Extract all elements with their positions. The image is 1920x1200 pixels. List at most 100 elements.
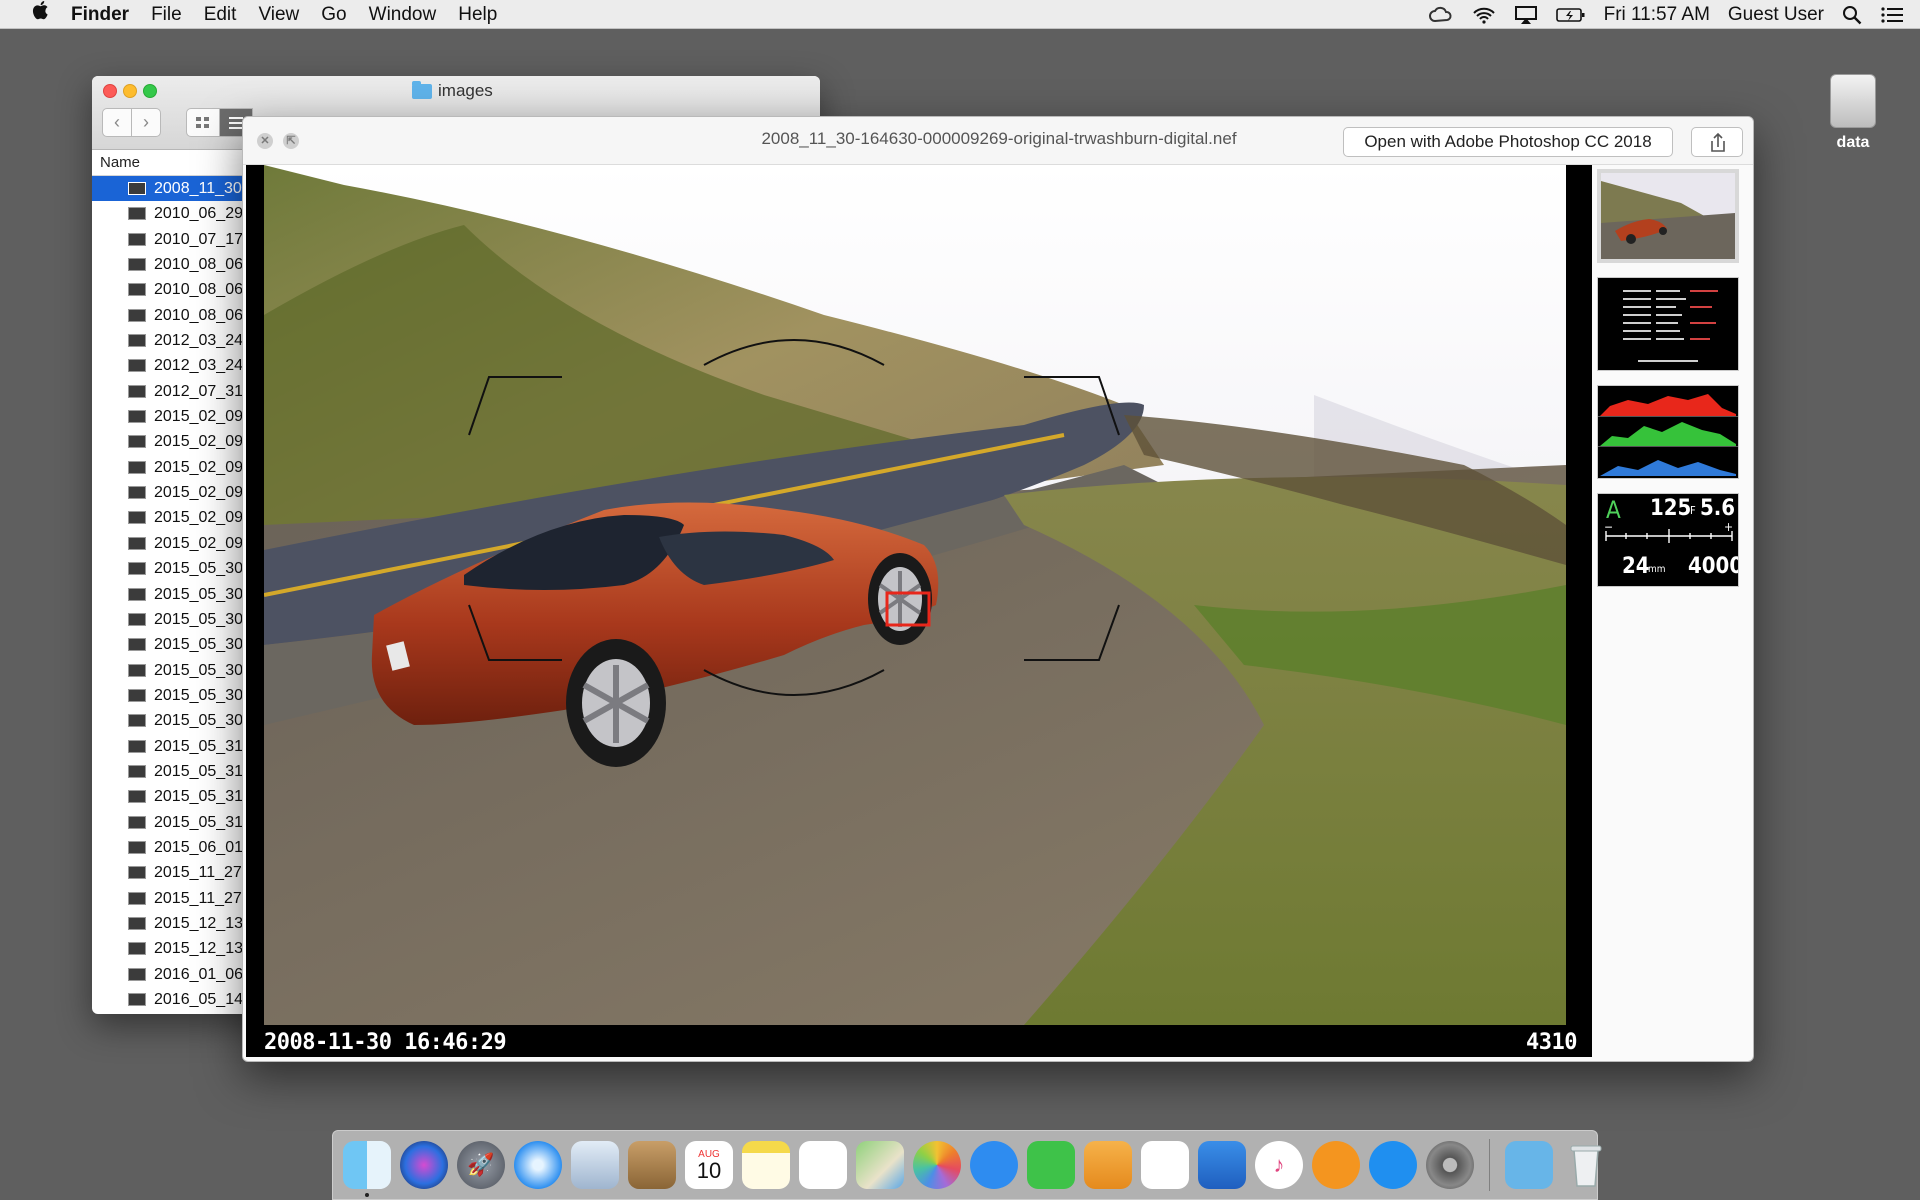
thumbnail-histogram[interactable] — [1597, 385, 1739, 479]
desktop-drive-data[interactable]: data — [1818, 74, 1888, 152]
image-file-icon — [128, 308, 146, 322]
mail-icon[interactable] — [571, 1141, 619, 1189]
image-file-icon — [128, 283, 146, 297]
file-name: 2015_05_30 — [154, 636, 243, 654]
menu-file[interactable]: File — [140, 0, 193, 29]
reminders-icon[interactable] — [799, 1141, 847, 1189]
exposure-scale — [1605, 529, 1733, 543]
dial-focal-length: 24 — [1622, 554, 1650, 579]
image-file-icon — [128, 688, 146, 702]
messages-icon[interactable] — [970, 1141, 1018, 1189]
image-file-icon — [128, 967, 146, 981]
menu-go[interactable]: Go — [310, 0, 357, 29]
numbers-icon[interactable] — [1141, 1141, 1189, 1189]
desktop-drive-label: data — [1836, 134, 1870, 151]
menu-window[interactable]: Window — [358, 0, 448, 29]
safari-icon[interactable] — [514, 1141, 562, 1189]
image-file-icon — [128, 993, 146, 1006]
menu-view[interactable]: View — [247, 0, 310, 29]
file-name: 2016_01_06 — [154, 965, 243, 983]
downloads-folder-icon[interactable] — [1505, 1141, 1553, 1189]
file-name: 2015_02_09 — [154, 484, 243, 502]
image-viewer[interactable]: 2008-11-30 16:46:29 4310 — [246, 165, 1592, 1057]
pages-icon[interactable] — [1084, 1141, 1132, 1189]
back-button[interactable]: ‹ — [102, 108, 132, 137]
wifi-icon[interactable] — [1463, 6, 1505, 24]
photos-icon[interactable] — [913, 1141, 961, 1189]
contacts-icon[interactable] — [628, 1141, 676, 1189]
launchpad-icon[interactable]: 🚀 — [457, 1141, 505, 1189]
trash-icon[interactable] — [1562, 1141, 1610, 1189]
creative-cloud-icon[interactable] — [1419, 6, 1463, 24]
notification-center-icon[interactable] — [1871, 6, 1920, 24]
image-file-icon — [128, 866, 146, 880]
image-file-icon — [128, 587, 146, 601]
siri-icon[interactable] — [400, 1141, 448, 1189]
menubar-clock[interactable]: Fri 11:57 AM — [1595, 4, 1719, 26]
zoom-button[interactable] — [143, 84, 157, 98]
image-file-icon — [128, 638, 146, 652]
facetime-icon[interactable] — [1027, 1141, 1075, 1189]
image-file-icon — [128, 435, 146, 449]
share-button[interactable] — [1691, 127, 1743, 157]
dial-aperture: 5.6 — [1700, 496, 1736, 521]
minimize-button[interactable] — [123, 84, 137, 98]
image-file-icon — [128, 258, 146, 272]
image-file-icon — [128, 511, 146, 525]
image-file-icon — [128, 232, 146, 246]
file-name: 2015_12_13- — [154, 940, 249, 958]
menu-bar: Finder File Edit View Go Window Help Fri… — [0, 0, 1920, 29]
calendar-icon[interactable]: AUG 10 — [685, 1141, 733, 1189]
file-name: 2012_07_31- — [154, 382, 249, 400]
menu-edit[interactable]: Edit — [193, 0, 248, 29]
image-file-icon — [128, 460, 146, 474]
ibooks-icon[interactable] — [1312, 1141, 1360, 1189]
dock-separator — [1489, 1139, 1490, 1191]
dock: 🚀 AUG 10 ♪ — [332, 1130, 1602, 1200]
image-file-icon — [128, 562, 146, 576]
image-file-icon — [128, 334, 146, 348]
image-file-icon — [128, 536, 146, 550]
finder-window-title: images — [412, 80, 493, 101]
forward-button[interactable]: › — [131, 108, 161, 137]
airplay-icon[interactable] — [1505, 5, 1547, 25]
maps-icon[interactable] — [856, 1141, 904, 1189]
grid-icon — [196, 116, 209, 128]
menubar-user[interactable]: Guest User — [1719, 4, 1833, 26]
file-name: 2010_08_06 — [154, 256, 243, 274]
keynote-icon[interactable] — [1198, 1141, 1246, 1189]
folder-icon — [412, 80, 432, 99]
app-menu-finder[interactable]: Finder — [60, 0, 140, 29]
spotlight-search-icon[interactable] — [1833, 5, 1871, 25]
calendar-day: 10 — [696, 1157, 722, 1183]
icon-view-button[interactable] — [186, 108, 220, 137]
itunes-icon[interactable]: ♪ — [1255, 1141, 1303, 1189]
file-name: 2012_03_24 — [154, 332, 243, 350]
menu-help[interactable]: Help — [447, 0, 508, 29]
battery-icon[interactable] — [1547, 7, 1595, 23]
app-store-icon[interactable] — [1369, 1141, 1417, 1189]
capture-timestamp: 2008-11-30 16:46:29 — [264, 1030, 507, 1055]
file-name: 2015_02_09 — [154, 458, 243, 476]
image-file-icon — [128, 663, 146, 677]
file-name: 2008_11_30 — [154, 180, 242, 197]
file-name: 2015_05_30 — [154, 610, 243, 628]
image-file-icon — [128, 486, 146, 500]
notes-icon[interactable] — [742, 1141, 790, 1189]
finder-icon[interactable] — [343, 1141, 391, 1197]
open-with-photoshop-button[interactable]: Open with Adobe Photoshop CC 2018 — [1343, 127, 1673, 157]
image-file-icon — [128, 359, 146, 373]
close-button[interactable] — [103, 84, 117, 98]
apple-menu-icon[interactable] — [0, 0, 60, 29]
thumbnail-exposure-dial[interactable]: A 125 F 5.6 − + 24 mm 4000 — [1597, 493, 1739, 587]
thumbnail-photo[interactable] — [1597, 169, 1739, 263]
file-name: 2010_07_17- — [154, 230, 249, 248]
image-file-icon — [128, 840, 146, 854]
image-file-icon — [128, 790, 146, 804]
thumbnail-metadata[interactable] — [1597, 277, 1739, 371]
system-preferences-icon[interactable] — [1426, 1141, 1474, 1189]
file-name: 2016_05_14 — [154, 991, 243, 1008]
photo-preview-corvette — [264, 165, 1566, 1025]
file-name: 2015_02_09 — [154, 408, 243, 426]
image-file-icon — [128, 182, 146, 195]
